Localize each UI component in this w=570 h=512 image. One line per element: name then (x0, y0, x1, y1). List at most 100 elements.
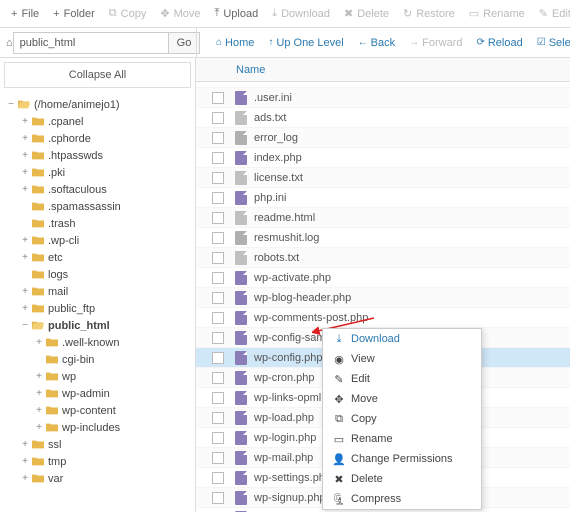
collapse-all-button[interactable]: Collapse All (4, 62, 191, 88)
file-row[interactable]: error_log (196, 128, 570, 148)
row-checkbox[interactable] (212, 272, 224, 284)
row-checkbox[interactable] (212, 452, 224, 464)
file-row[interactable]: wp-blog-header.php (196, 288, 570, 308)
toggle-icon[interactable]: + (20, 116, 30, 127)
ctx-change-permissions[interactable]: 👤Change Permissions (323, 449, 481, 469)
row-checkbox[interactable] (212, 472, 224, 484)
tree-node-mail[interactable]: +mail (6, 283, 195, 300)
file-row[interactable]: index.php (196, 148, 570, 168)
toggle-icon[interactable]: + (20, 235, 30, 246)
toggle-icon[interactable]: + (34, 337, 44, 348)
file-icon (232, 291, 250, 305)
tree-node-htpasswds[interactable]: +.htpasswds (6, 147, 195, 164)
nav-home-button[interactable]: ⌂Home (209, 28, 261, 58)
row-checkbox[interactable] (212, 212, 224, 224)
toggle-icon[interactable]: + (34, 371, 44, 382)
ctx-icon: ▭ (331, 433, 347, 446)
tree-node-homeanimejo1[interactable]: −(/home/animejo1) (6, 96, 195, 113)
tree-node-wellknown[interactable]: +.well-known (6, 334, 195, 351)
row-checkbox[interactable] (212, 152, 224, 164)
toggle-icon[interactable]: + (20, 303, 30, 314)
tree-node-ssl[interactable]: +ssl (6, 436, 195, 453)
file-row[interactable]: robots.txt (196, 248, 570, 268)
toggle-icon[interactable]: + (20, 150, 30, 161)
tree-node-cgibin[interactable]: cgi-bin (6, 351, 195, 368)
ctx-edit[interactable]: ✎Edit (323, 369, 481, 389)
row-checkbox[interactable] (212, 372, 224, 384)
ctx-move[interactable]: ✥Move (323, 389, 481, 409)
toggle-icon[interactable]: + (20, 184, 30, 195)
toggle-icon[interactable]: + (20, 473, 30, 484)
row-checkbox[interactable] (212, 92, 224, 104)
tree-node-tmp[interactable]: +tmp (6, 453, 195, 470)
file-row[interactable]: wp-activate.php (196, 268, 570, 288)
file-row[interactable]: license.txt (196, 168, 570, 188)
row-checkbox[interactable] (212, 492, 224, 504)
toggle-icon[interactable]: + (20, 167, 30, 178)
tree-node-cphorde[interactable]: +.cphorde (6, 130, 195, 147)
tree-node-wpincludes[interactable]: +wp-includes (6, 419, 195, 436)
nav-select-all-button[interactable]: ☑Select All (530, 28, 570, 58)
file-row[interactable]: php.ini (196, 188, 570, 208)
toggle-icon[interactable]: + (20, 456, 30, 467)
ctx-copy[interactable]: ⧉Copy (323, 409, 481, 429)
row-checkbox[interactable] (212, 392, 224, 404)
toggle-icon[interactable]: + (20, 439, 30, 450)
tree-node-wpcli[interactable]: +.wp-cli (6, 232, 195, 249)
file-row[interactable]: readme.html (196, 208, 570, 228)
tree-node-wpadmin[interactable]: +wp-admin (6, 385, 195, 402)
row-checkbox[interactable] (212, 172, 224, 184)
file-row[interactable]: .user.ini (196, 88, 570, 108)
nav-back-button[interactable]: ←Back (351, 28, 402, 58)
toolbar-file-button[interactable]: +File (4, 0, 46, 28)
ctx-rename[interactable]: ▭Rename (323, 429, 481, 449)
tree-node-wpcontent[interactable]: +wp-content (6, 402, 195, 419)
tree-node-spamassassin[interactable]: .spamassassin (6, 198, 195, 215)
tree-node-var[interactable]: + var (6, 470, 195, 487)
tree-node-publicftp[interactable]: +public_ftp (6, 300, 195, 317)
row-checkbox[interactable] (212, 332, 224, 344)
tree-node-trash[interactable]: .trash (6, 215, 195, 232)
toolbar-upload-button[interactable]: ⤒Upload (207, 0, 265, 28)
toggle-icon[interactable]: + (34, 422, 44, 433)
toggle-icon[interactable]: − (6, 99, 16, 110)
row-checkbox[interactable] (212, 432, 224, 444)
name-column-header[interactable]: Name (224, 64, 265, 76)
tree-node-softaculous[interactable]: +.softaculous (6, 181, 195, 198)
row-checkbox[interactable] (212, 312, 224, 324)
toggle-icon[interactable]: + (20, 133, 30, 144)
row-checkbox[interactable] (212, 192, 224, 204)
tree-label: var (48, 473, 63, 485)
toggle-icon[interactable]: − (20, 320, 30, 331)
toolbar-folder-button[interactable]: +Folder (46, 0, 102, 28)
tree-node-logs[interactable]: logs (6, 266, 195, 283)
file-row[interactable]: ads.txt (196, 108, 570, 128)
toggle-icon[interactable]: + (34, 388, 44, 399)
ctx-compress[interactable]: 🗜Compress (323, 489, 481, 509)
tree-node-etc[interactable]: +etc (6, 249, 195, 266)
file-row[interactable]: wp-comments-post.php (196, 308, 570, 328)
row-checkbox[interactable] (212, 292, 224, 304)
row-checkbox[interactable] (212, 412, 224, 424)
path-input[interactable] (13, 32, 169, 54)
row-checkbox[interactable] (212, 112, 224, 124)
toggle-icon[interactable]: + (20, 286, 30, 297)
toggle-icon[interactable]: + (34, 405, 44, 416)
tree-node-publichtml[interactable]: −public_html (6, 317, 195, 334)
toggle-icon[interactable]: + (20, 252, 30, 263)
file-row[interactable]: resmushit.log (196, 228, 570, 248)
row-checkbox[interactable] (212, 252, 224, 264)
nav-reload-button[interactable]: ⟳Reload (469, 28, 529, 58)
nav-up-one-level-button[interactable]: ↑Up One Level (261, 28, 350, 58)
tree-node-pki[interactable]: +.pki (6, 164, 195, 181)
home-icon[interactable]: ⌂ (6, 37, 13, 49)
tree-node-cpanel[interactable]: +.cpanel (6, 113, 195, 130)
row-checkbox[interactable] (212, 232, 224, 244)
ctx-view[interactable]: ◉View (323, 349, 481, 369)
row-checkbox[interactable] (212, 132, 224, 144)
icon: ⧉ (109, 7, 117, 20)
ctx-download[interactable]: ⤓Download (323, 329, 481, 349)
tree-node-wp[interactable]: +wp (6, 368, 195, 385)
ctx-delete[interactable]: ✖Delete (323, 469, 481, 489)
row-checkbox[interactable] (212, 352, 224, 364)
